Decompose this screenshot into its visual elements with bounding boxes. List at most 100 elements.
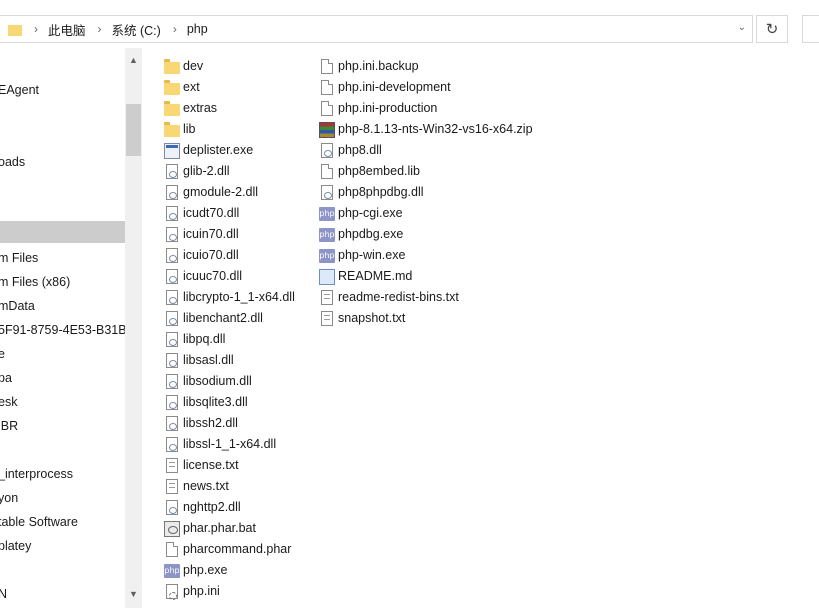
nav-item-label: 5F91-8759-4E53-B31B (0, 323, 125, 337)
folder-icon (8, 24, 22, 36)
nav-item[interactable]: yon (0, 487, 125, 509)
php-icon: php (319, 206, 335, 221)
doc-icon (166, 542, 178, 557)
file-item[interactable]: gmodule-2.dll (164, 182, 258, 203)
nav-item[interactable]: platey (0, 535, 125, 557)
file-item[interactable]: php php-win.exe (319, 245, 405, 266)
breadcrumb-label: 此电脑 (48, 23, 86, 38)
file-item[interactable]: libpq.dll (164, 329, 225, 350)
file-item[interactable]: ext (164, 77, 200, 98)
file-name: phar.phar.bat (183, 521, 256, 535)
nav-item[interactable]: oads (0, 151, 125, 173)
nav-item[interactable]: 5F91-8759-4E53-B31B (0, 319, 125, 341)
nav-item-label: esk (0, 395, 18, 409)
file-item[interactable]: phar.phar.bat (164, 518, 256, 539)
file-item[interactable]: php.ini (164, 581, 220, 602)
nav-item[interactable] (0, 221, 125, 243)
nav-item-label: platey (0, 539, 32, 553)
file-item[interactable]: readme-redist-bins.txt (319, 287, 459, 308)
file-item[interactable]: php php-cgi.exe (319, 203, 403, 224)
file-item[interactable]: license.txt (164, 455, 239, 476)
file-item[interactable]: glib-2.dll (164, 161, 230, 182)
file-name: libssh2.dll (183, 416, 238, 430)
nav-item[interactable]: esk (0, 391, 125, 413)
dll-icon (166, 437, 178, 452)
nav-item[interactable]: _interprocess (0, 463, 125, 485)
breadcrumb-label: 系统 (C:) (111, 23, 161, 38)
file-item[interactable]: icuuc70.dll (164, 266, 242, 287)
file-name: libssl-1_1-x64.dll (183, 437, 277, 451)
file-item[interactable]: lib (164, 119, 196, 140)
nav-item[interactable]: m Files (0, 247, 125, 269)
file-name: php.ini-production (338, 101, 438, 115)
nav-item[interactable]: pa (0, 367, 125, 389)
dll-icon (166, 269, 178, 284)
chevron-right-icon: › (97, 22, 102, 36)
file-item[interactable]: nghttp2.dll (164, 497, 241, 518)
file-item[interactable]: deplister.exe (164, 140, 253, 161)
file-item[interactable]: php8phpdbg.dll (319, 182, 424, 203)
file-item[interactable]: dev (164, 56, 203, 77)
file-item[interactable]: libsasl.dll (164, 350, 234, 371)
file-item[interactable]: php8.dll (319, 140, 382, 161)
file-item[interactable]: news.txt (164, 476, 229, 497)
address-bar[interactable]: › 此电脑 › 系统 (C:) › php ⌄ (0, 15, 753, 43)
file-item[interactable]: libsqlite3.dll (164, 392, 248, 413)
nav-item[interactable]: table Software (0, 511, 125, 533)
file-item[interactable]: pharcommand.phar (164, 539, 291, 560)
file-item[interactable]: libcrypto-1_1-x64.dll (164, 287, 295, 308)
file-item[interactable]: php php.exe (164, 560, 227, 581)
chevron-down-icon[interactable]: ⌄ (738, 22, 746, 33)
refresh-button[interactable]: ↻ (756, 15, 788, 43)
nav-item[interactable]: mData (0, 295, 125, 317)
file-item[interactable]: php.ini-development (319, 77, 451, 98)
nav-item[interactable]: e (0, 343, 125, 365)
file-item[interactable]: php.ini.backup (319, 56, 419, 77)
file-name: icuuc70.dll (183, 269, 243, 283)
nav-item[interactable]: N (0, 583, 125, 605)
nav-item-label: table Software (0, 515, 78, 529)
file-list: dev ext extras lib deplister.exe glib-2.dll gm… (148, 56, 819, 614)
breadcrumb-this-pc[interactable]: › 此电脑 (22, 20, 86, 39)
nav-item[interactable]: iBR (0, 415, 125, 437)
file-item[interactable]: libssl-1_1-x64.dll (164, 434, 276, 455)
dll-icon (166, 374, 178, 389)
file-name: php.exe (183, 563, 228, 577)
file-item[interactable]: snapshot.txt (319, 308, 405, 329)
file-item[interactable]: icuin70.dll (164, 224, 239, 245)
zip-icon (319, 121, 335, 138)
file-name: libsasl.dll (183, 353, 234, 367)
dll-icon (166, 416, 178, 431)
folder-icon (164, 79, 180, 95)
file-name: license.txt (183, 458, 239, 472)
scroll-thumb[interactable] (126, 104, 141, 156)
file-name: icuio70.dll (183, 248, 239, 262)
scroll-up-icon[interactable]: ▲ (125, 52, 142, 69)
file-name: deplister.exe (183, 143, 254, 157)
scroll-down-icon[interactable]: ▼ (125, 586, 142, 603)
nav-item-label: m Files (0, 251, 39, 265)
file-item[interactable]: libsodium.dll (164, 371, 252, 392)
nav-item[interactable]: m Files (x86) (0, 271, 125, 293)
file-item[interactable]: php8embed.lib (319, 161, 420, 182)
nav-item[interactable]: EAgent (0, 79, 125, 101)
file-name: extras (183, 101, 218, 115)
nav-scrollbar[interactable]: ▲ ▼ (125, 48, 142, 608)
file-name: phpdbg.exe (338, 227, 404, 241)
file-item[interactable]: libssh2.dll (164, 413, 238, 434)
file-item[interactable]: icuio70.dll (164, 245, 239, 266)
breadcrumb-system-drive[interactable]: › 系统 (C:) (86, 20, 161, 39)
file-item[interactable]: README.md (319, 266, 412, 287)
file-name: nghttp2.dll (183, 500, 241, 514)
file-item[interactable]: icudt70.dll (164, 203, 239, 224)
file-item[interactable]: php phpdbg.exe (319, 224, 403, 245)
doc-icon (321, 164, 333, 179)
search-input[interactable] (802, 15, 819, 43)
file-item[interactable]: libenchant2.dll (164, 308, 263, 329)
breadcrumb-php[interactable]: › php (161, 22, 208, 36)
txt-icon (166, 479, 178, 494)
file-item[interactable]: php-8.1.13-nts-Win32-vs16-x64.zip (319, 119, 533, 140)
file-item[interactable]: extras (164, 98, 217, 119)
file-item[interactable]: php.ini-production (319, 98, 437, 119)
file-name: libsqlite3.dll (183, 395, 248, 409)
